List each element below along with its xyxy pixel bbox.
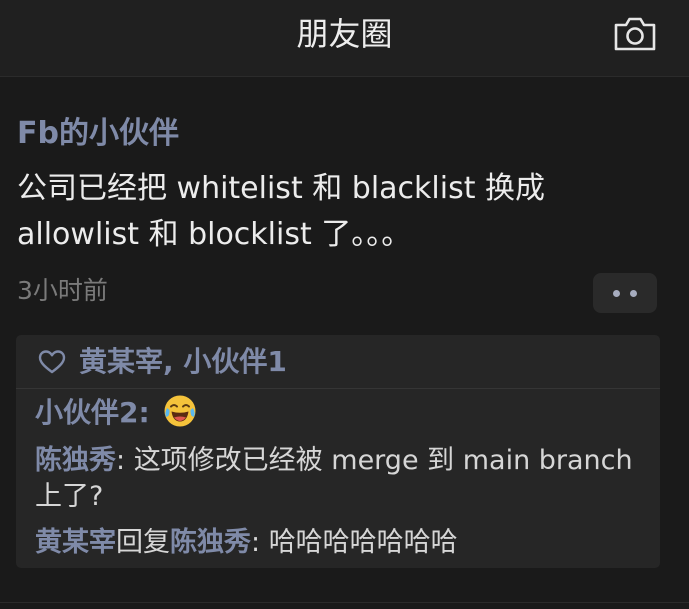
- more-dots-icon: [630, 290, 637, 297]
- reply-word: 回复: [116, 527, 170, 558]
- post-author[interactable]: Fb的小伙伴: [17, 114, 179, 154]
- comment-item[interactable]: 陈独秀: 这项修改已经被 merge 到 main branch 上了?: [35, 443, 645, 515]
- post-text-line: 公司已经把 whitelist 和 blacklist 换成: [17, 171, 546, 206]
- more-actions-button[interactable]: [593, 273, 657, 313]
- top-nav-bar: 朋友圈: [0, 0, 689, 77]
- likes-row: 黄某宰, 小伙伴1: [16, 335, 660, 389]
- comment-author[interactable]: 黄某宰: [35, 527, 116, 558]
- likes-names[interactable]: 黄某宰, 小伙伴1: [79, 343, 287, 381]
- comment-separator: :: [251, 527, 269, 558]
- moments-post: Fb的小伙伴 公司已经把 whitelist 和 blacklist 换成 al…: [0, 78, 689, 609]
- comment-author[interactable]: 小伙伴2: [35, 396, 138, 429]
- comment-text: 哈哈哈哈哈哈哈: [268, 527, 458, 558]
- likes-comments-panel: 黄某宰, 小伙伴1 小伙伴2: 陈独秀: 这项修改已经被 merge 到 mai…: [16, 335, 660, 568]
- heart-icon: [38, 350, 66, 374]
- comment-separator: :: [116, 445, 134, 476]
- comment-separator: :: [138, 396, 160, 429]
- reply-target[interactable]: 陈独秀: [170, 527, 251, 558]
- post-timestamp: 3小时前: [17, 276, 108, 305]
- divider: [0, 602, 689, 603]
- comment-item[interactable]: 黄某宰回复陈独秀: 哈哈哈哈哈哈哈: [35, 525, 458, 561]
- post-text-line: allowlist 和 blocklist 了。。。: [17, 217, 412, 252]
- more-dots-icon: [613, 290, 620, 297]
- tears-of-joy-emoji: [164, 395, 196, 427]
- page-title: 朋友圈: [296, 15, 393, 53]
- post-content: 公司已经把 whitelist 和 blacklist 换成 allowlist…: [17, 166, 657, 258]
- camera-icon[interactable]: [612, 14, 658, 54]
- comment-item[interactable]: 小伙伴2:: [35, 393, 197, 433]
- comment-author[interactable]: 陈独秀: [35, 445, 116, 476]
